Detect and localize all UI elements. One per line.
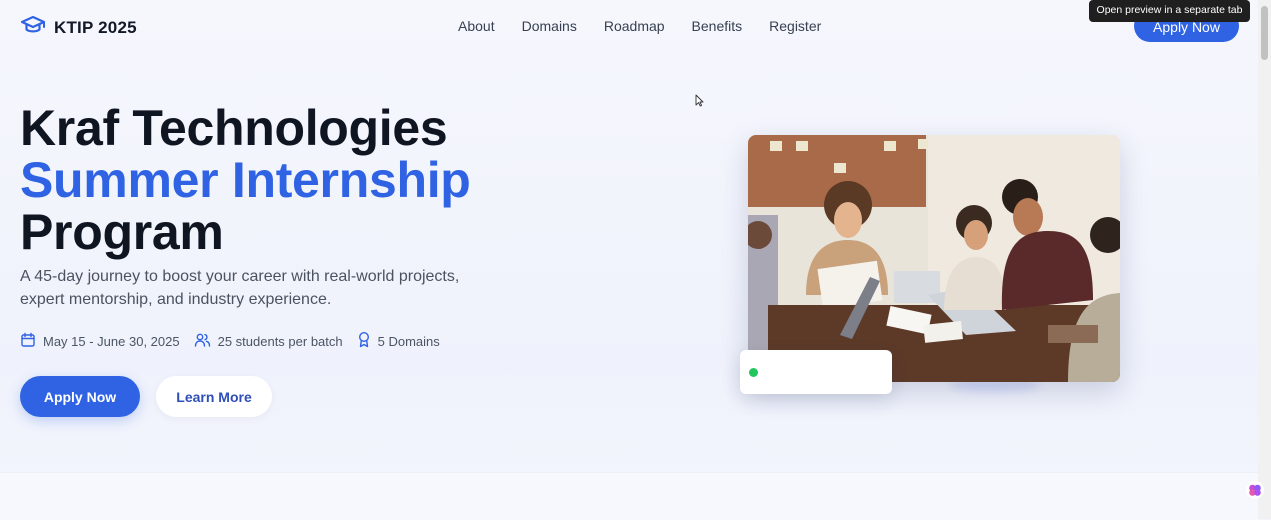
preview-tooltip: Open preview in a separate tab xyxy=(1089,0,1250,22)
brand-name: KTIP 2025 xyxy=(54,17,137,37)
hero-title-line-1: Kraf Technologies xyxy=(20,100,448,156)
meta-domains: 5 Domains xyxy=(357,331,440,351)
page-scrollbar[interactable] xyxy=(1258,0,1271,519)
meta-batch-size: 25 students per batch xyxy=(194,332,343,351)
next-section-edge xyxy=(0,472,1258,520)
meta-domains-text: 5 Domains xyxy=(377,333,440,349)
nav-link-register[interactable]: Register xyxy=(769,18,821,34)
brand-logo[interactable]: KTIP 2025 xyxy=(20,14,137,41)
hero-description: A 45-day journey to boost your career wi… xyxy=(20,268,460,308)
status-indicator-dot xyxy=(749,368,758,377)
graduation-cap-icon xyxy=(20,14,46,41)
status-card xyxy=(740,350,892,394)
hero-title-line-2: Summer Internship xyxy=(20,152,471,208)
hero-title-line-3: Program xyxy=(20,204,224,260)
scrollbar-thumb[interactable] xyxy=(1261,6,1268,60)
main-nav: About Domains Roadmap Benefits Register xyxy=(458,18,821,34)
meta-batch-text: 25 students per batch xyxy=(217,333,343,349)
hero-title: Kraf Technologies Summer Internship Prog… xyxy=(20,102,471,258)
meta-dates: May 15 - June 30, 2025 xyxy=(20,332,180,351)
calendar-icon xyxy=(20,332,36,351)
mouse-cursor-icon xyxy=(695,94,704,112)
nav-link-domains[interactable]: Domains xyxy=(522,18,577,34)
apply-now-button[interactable]: Apply Now xyxy=(20,376,140,417)
nav-link-benefits[interactable]: Benefits xyxy=(692,18,743,34)
program-meta: May 15 - June 30, 2025 25 students per b… xyxy=(20,331,440,351)
award-icon xyxy=(357,331,371,351)
assistant-widget-icon[interactable] xyxy=(1245,480,1265,505)
hero-team-photo xyxy=(748,135,1120,382)
meta-dates-text: May 15 - June 30, 2025 xyxy=(43,333,180,349)
learn-more-button[interactable]: Learn More xyxy=(156,376,272,417)
users-icon xyxy=(194,332,211,351)
nav-link-roadmap[interactable]: Roadmap xyxy=(604,18,665,34)
nav-link-about[interactable]: About xyxy=(458,18,495,34)
